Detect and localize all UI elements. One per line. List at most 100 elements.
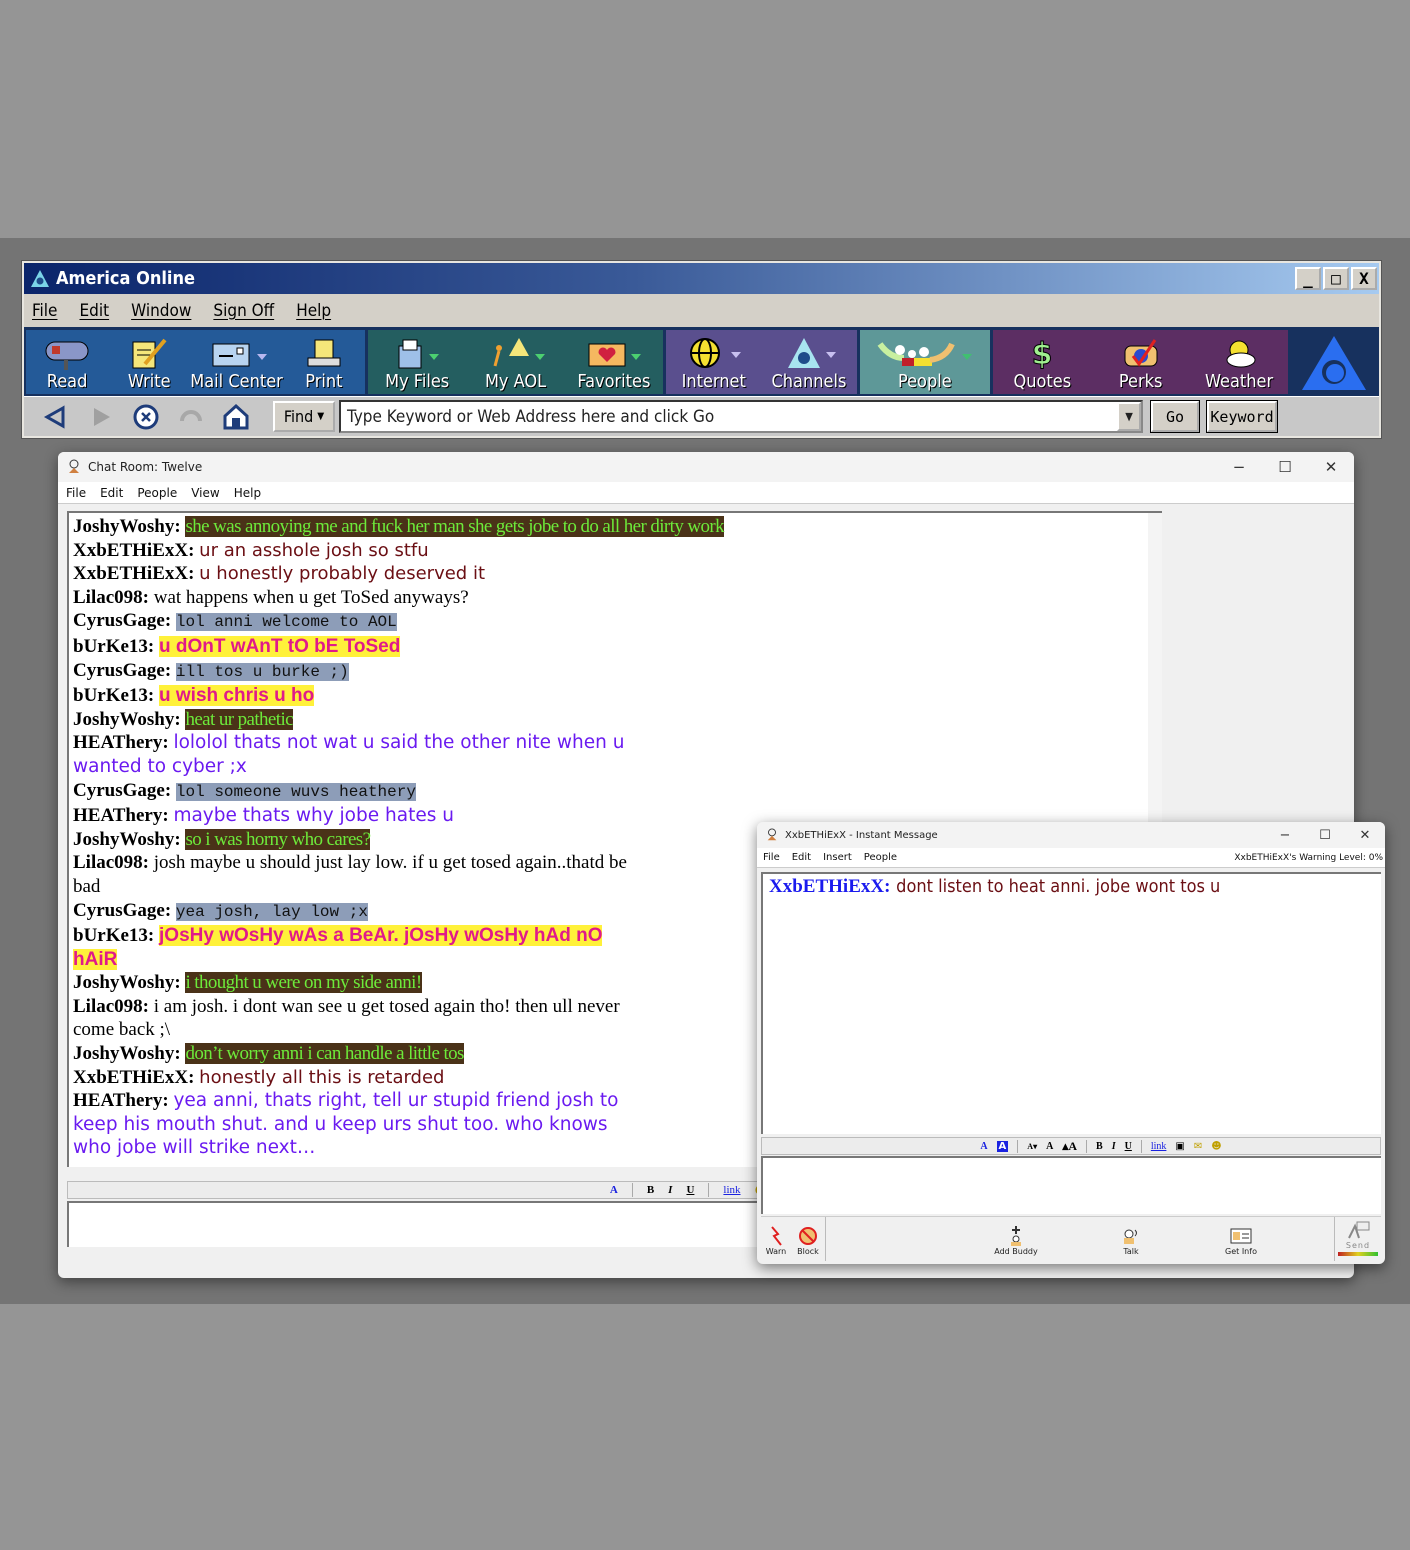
underline-button[interactable]: U <box>1125 1141 1132 1152</box>
send-button[interactable]: Send <box>1335 1219 1381 1262</box>
insert-link-button[interactable]: link <box>723 1184 740 1196</box>
im-menu-file[interactable]: File <box>763 852 780 863</box>
bold-button[interactable]: B <box>1096 1141 1103 1152</box>
envelope-icon[interactable]: ✉ <box>1194 1141 1202 1152</box>
block-button[interactable]: Block <box>791 1225 825 1262</box>
home-button[interactable] <box>216 401 256 433</box>
chat-screen-name[interactable]: Lilac098: <box>73 852 149 873</box>
reload-button[interactable] <box>171 401 211 433</box>
toolbar-quotes-button[interactable]: $ Quotes <box>993 330 1091 394</box>
chat-screen-name[interactable]: JoshyWoshy: <box>73 972 181 993</box>
im-conversation-log[interactable]: XxbETHiExX: dont listen to heat anni. jo… <box>761 872 1381 1134</box>
chat-screen-name[interactable]: JoshyWoshy: <box>73 829 181 850</box>
chat-screen-name[interactable]: XxbETHiExX: <box>73 1067 194 1088</box>
chat-minimize-button[interactable]: − <box>1216 458 1262 476</box>
im-menu-edit[interactable]: Edit <box>792 852 811 863</box>
chat-screen-name[interactable]: bUrKe13: <box>73 636 154 657</box>
chat-title-bar[interactable]: Chat Room: Twelve − ☐ ✕ <box>58 452 1354 482</box>
chat-screen-name[interactable]: CyrusGage: <box>73 610 171 631</box>
stop-button[interactable] <box>126 401 166 433</box>
toolbar-internet-button[interactable]: Internet <box>666 330 761 394</box>
aol-nav-bar: Find ▼ Type Keyword or Web Address here … <box>24 396 1379 436</box>
im-title-bar[interactable]: XxbETHiExX - Instant Message − ☐ ✕ <box>757 822 1385 848</box>
chat-screen-name[interactable]: HEAThery: <box>73 805 169 826</box>
menu-help[interactable]: Help <box>296 301 331 321</box>
chat-menu-file[interactable]: File <box>66 486 86 500</box>
chat-close-button[interactable]: ✕ <box>1308 458 1354 476</box>
im-menu-people[interactable]: People <box>864 852 897 863</box>
toolbar-my-aol-button[interactable]: My AOL <box>466 330 564 394</box>
insert-link-button[interactable]: link <box>1151 1141 1167 1152</box>
menu-sign-off[interactable]: Sign Off <box>213 301 274 321</box>
chat-maximize-button[interactable]: ☐ <box>1262 458 1308 476</box>
get-info-button[interactable]: Get Info <box>1206 1225 1276 1262</box>
toolbar-mail-center-button[interactable]: Mail Center <box>190 330 283 394</box>
chat-screen-name[interactable]: Lilac098: <box>73 587 149 608</box>
chat-screen-name[interactable]: CyrusGage: <box>73 660 171 681</box>
close-button[interactable]: X <box>1351 267 1377 290</box>
minimize-button[interactable]: _ <box>1295 267 1321 290</box>
address-history-dropdown[interactable]: ▼ <box>1117 402 1141 431</box>
picture-icon[interactable]: ▣ <box>1175 1141 1184 1152</box>
toolbar-perks-button[interactable]: Perks <box>1092 330 1190 394</box>
add-buddy-button[interactable]: Add Buddy <box>936 1225 1096 1262</box>
im-menu-insert[interactable]: Insert <box>823 852 852 863</box>
keyword-button[interactable]: Keyword <box>1206 400 1278 433</box>
maximize-button[interactable]: □ <box>1323 267 1349 290</box>
aol-brand-logo[interactable] <box>1291 330 1377 394</box>
im-close-button[interactable]: ✕ <box>1345 828 1385 843</box>
italic-button[interactable]: I <box>1112 1141 1116 1152</box>
chat-screen-name[interactable]: JoshyWoshy: <box>73 1043 181 1064</box>
keyword-address-input[interactable]: Type Keyword or Web Address here and cli… <box>339 400 1143 433</box>
chat-menu-people[interactable]: People <box>137 486 177 500</box>
chat-screen-name[interactable]: XxbETHiExX: <box>73 540 194 561</box>
chat-menu-help[interactable]: Help <box>234 486 261 500</box>
forward-button[interactable] <box>81 401 121 433</box>
back-button[interactable] <box>36 401 76 433</box>
toolbar-write-button[interactable]: Write <box>108 330 190 394</box>
chat-menu-view[interactable]: View <box>191 486 219 500</box>
chat-screen-name[interactable]: bUrKe13: <box>73 685 154 706</box>
toolbar-people-button[interactable]: People <box>860 330 991 394</box>
im-message-input[interactable] <box>761 1156 1381 1214</box>
chat-screen-name[interactable]: bUrKe13: <box>73 925 154 946</box>
im-maximize-button[interactable]: ☐ <box>1305 828 1345 843</box>
bold-button[interactable]: B <box>647 1184 654 1196</box>
toolbar-favorites-button[interactable]: Favorites <box>565 330 663 394</box>
im-minimize-button[interactable]: − <box>1265 828 1305 843</box>
go-button[interactable]: Go <box>1150 400 1200 433</box>
instant-message-window: XxbETHiExX - Instant Message − ☐ ✕ File … <box>757 822 1385 1264</box>
toolbar-my-files-button[interactable]: My Files <box>368 330 466 394</box>
talk-button[interactable]: Talk <box>1096 1225 1166 1262</box>
toolbar-weather-button[interactable]: Weather <box>1190 330 1288 394</box>
find-dropdown[interactable]: Find ▼ <box>273 401 335 432</box>
chat-screen-name[interactable]: XxbETHiExX: <box>73 563 194 584</box>
text-color-icon[interactable]: A <box>980 1141 987 1152</box>
chat-screen-name[interactable]: JoshyWoshy: <box>73 709 181 730</box>
chat-screen-name[interactable]: HEAThery: <box>73 732 169 753</box>
menu-edit[interactable]: Edit <box>79 301 109 321</box>
toolbar-print-button[interactable]: Print <box>283 330 365 394</box>
aol-title-bar[interactable]: America Online _ □ X <box>24 263 1379 294</box>
chat-screen-name[interactable]: HEAThery: <box>73 1090 169 1111</box>
chat-screen-name[interactable]: JoshyWoshy: <box>73 516 181 537</box>
larger-font-icon[interactable]: ▴A <box>1062 1139 1077 1154</box>
toolbar-channels-button[interactable]: Channels <box>761 330 856 394</box>
chat-message: CyrusGage: yea josh, lay low ;x <box>73 899 633 925</box>
chat-screen-name[interactable]: Lilac098: <box>73 996 149 1017</box>
menu-window[interactable]: Window <box>131 301 191 321</box>
normal-font-icon[interactable]: A <box>1046 1141 1053 1152</box>
menu-file[interactable]: File <box>32 301 57 321</box>
italic-button[interactable]: I <box>668 1184 672 1196</box>
smiley-icon[interactable]: ☻ <box>1211 1141 1221 1152</box>
background-color-icon[interactable]: A <box>996 1140 1009 1152</box>
warn-button[interactable]: Warn <box>761 1225 791 1262</box>
chat-message-text: u wish chris u ho <box>159 685 315 707</box>
chat-screen-name[interactable]: CyrusGage: <box>73 900 171 921</box>
chat-screen-name[interactable]: CyrusGage: <box>73 780 171 801</box>
text-color-icon[interactable]: A <box>610 1184 618 1196</box>
toolbar-read-button[interactable]: Read <box>26 330 108 394</box>
underline-button[interactable]: U <box>686 1184 694 1196</box>
chat-menu-edit[interactable]: Edit <box>100 486 123 500</box>
smaller-font-icon[interactable]: A▾ <box>1027 1142 1037 1151</box>
